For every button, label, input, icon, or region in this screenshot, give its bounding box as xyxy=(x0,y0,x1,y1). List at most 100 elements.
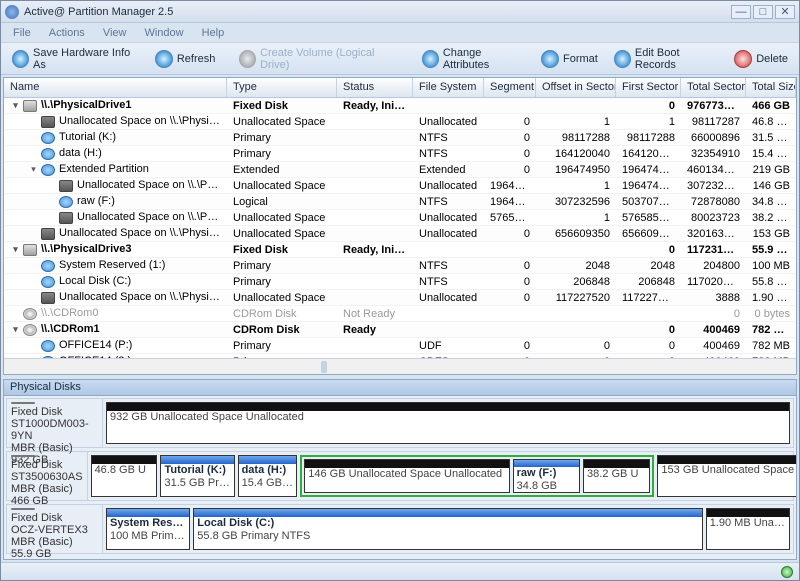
cell-off: 1 xyxy=(536,211,616,225)
maximize-button[interactable]: □ xyxy=(753,5,773,19)
boot-label: Edit Boot Records xyxy=(635,47,718,71)
col-name[interactable]: Name xyxy=(4,78,227,97)
table-row[interactable]: ▾Extended PartitionExtendedExtended01964… xyxy=(4,162,796,178)
toolbar: Save Hardware Info AsRefreshCreate Volum… xyxy=(1,43,799,75)
bar-title: System Reserve xyxy=(107,517,189,530)
unallocated-bar[interactable]: 46.8 GB U xyxy=(91,455,158,497)
bar-subtitle: 932 GB Unallocated Space Unallocated xyxy=(107,411,789,424)
physical-disk-row[interactable]: Fixed DiskST3500630ASMBR (Basic)466 GB46… xyxy=(6,451,794,501)
physical-disk-row[interactable]: Fixed DiskST1000DM003-9YNMBR (Basic)932 … xyxy=(6,398,794,448)
save-button[interactable]: Save Hardware Info As xyxy=(5,43,146,75)
minimize-button[interactable]: — xyxy=(731,5,751,19)
cell-status xyxy=(337,169,413,171)
cell-tsz: 0 bytes xyxy=(746,307,796,321)
col-off[interactable]: Offset in Sectors xyxy=(536,78,616,97)
cell-off: 196474950 xyxy=(536,163,616,177)
partition-bar[interactable]: data (H:)15.4 GB Primar xyxy=(238,455,298,497)
unallocated-bar[interactable]: 932 GB Unallocated Space Unallocated xyxy=(106,402,790,444)
col-seg[interactable]: Segment xyxy=(484,78,536,97)
menu-help[interactable]: Help xyxy=(194,25,233,41)
partition-bar[interactable]: Tutorial (K:)31.5 GB Primar xyxy=(160,455,234,497)
attrs-button[interactable]: Change Attributes xyxy=(415,43,532,75)
menu-file[interactable]: File xyxy=(5,25,39,41)
col-fs[interactable]: File System xyxy=(413,78,484,97)
table-row[interactable]: ▾\\.\PhysicalDrive3Fixed DiskReady, Init… xyxy=(4,242,796,258)
cell-tsz: 466 GB xyxy=(746,99,796,113)
col-tsize[interactable]: Total Size xyxy=(746,78,796,97)
cell-off xyxy=(536,329,616,331)
cell-type: Fixed Disk xyxy=(227,99,337,113)
refresh-button[interactable]: Refresh xyxy=(148,46,223,72)
cell-status: Ready, Initialized xyxy=(337,99,413,113)
expander-icon[interactable]: ▾ xyxy=(10,244,21,255)
col-type[interactable]: Type xyxy=(227,78,337,97)
extended-partition-group[interactable]: 146 GB Unallocated Space Unallocatedraw … xyxy=(300,455,654,497)
cell-first: 0 xyxy=(616,99,681,113)
table-row[interactable]: Unallocated Space on \\.\PhysicalDrive1U… xyxy=(4,114,796,130)
delete-button[interactable]: Delete xyxy=(727,46,795,72)
part-icon xyxy=(41,276,55,288)
table-row[interactable]: Unallocated Space on \\.\PhysicalDrive1U… xyxy=(4,210,796,226)
table-row[interactable]: System Reserved (1:)PrimaryNTFS020482048… xyxy=(4,258,796,274)
partition-bar[interactable]: Local Disk (C:)55.8 GB Primary NTFS xyxy=(193,508,702,550)
menu-view[interactable]: View xyxy=(95,25,135,41)
table-row[interactable]: ▾\\.\CDRom1CDRom DiskReady0400469782 MB xyxy=(4,322,796,338)
table-row[interactable]: Tutorial (K:)PrimaryNTFS0981172889811728… xyxy=(4,130,796,146)
titlebar: Active@ Partition Manager 2.5 — □ ✕ xyxy=(1,1,799,23)
table-row[interactable]: Unallocated Space on \\.\PhysicalDrive1U… xyxy=(4,178,796,194)
unallocated-bar[interactable]: 146 GB Unallocated Space Unallocated xyxy=(304,459,509,493)
cell-status xyxy=(337,153,413,155)
partition-bar[interactable]: System Reserve100 MB Primary xyxy=(106,508,190,550)
unallocated-bar[interactable]: 153 GB Unallocated Space Unalloca xyxy=(657,455,796,497)
delete-label: Delete xyxy=(756,53,788,65)
col-tsec[interactable]: Total Sectors xyxy=(681,78,746,97)
cell-tsec: 117020672 xyxy=(681,275,746,289)
row-name: Local Disk (C:) xyxy=(59,275,131,287)
grid-header[interactable]: Name Type Status File System Segment Off… xyxy=(4,78,796,98)
menu-actions[interactable]: Actions xyxy=(41,25,93,41)
refresh-label: Refresh xyxy=(177,53,216,65)
format-button[interactable]: Format xyxy=(534,46,605,72)
expander-icon[interactable]: ▾ xyxy=(10,324,21,335)
table-row[interactable]: ▾\\.\PhysicalDrive1Fixed DiskReady, Init… xyxy=(4,98,796,114)
cell-tsz: 219 GB xyxy=(746,163,796,177)
table-row[interactable]: Unallocated Space on \\.\PhysicalDrive1U… xyxy=(4,226,796,242)
physical-disks-body[interactable]: Fixed DiskST1000DM003-9YNMBR (Basic)932 … xyxy=(4,396,796,559)
bar-subtitle: 31.5 GB Primar xyxy=(161,477,233,490)
unallocated-bar[interactable]: 38.2 GB U xyxy=(583,459,650,493)
col-status[interactable]: Status xyxy=(337,78,413,97)
table-row[interactable]: \\.\CDRom0CDRom DiskNot Ready00 bytes xyxy=(4,306,796,322)
bar-subtitle: 38.2 GB U xyxy=(584,468,649,481)
partition-bar[interactable]: raw (F:)34.8 GB xyxy=(513,459,580,493)
cell-seg: 196474950 xyxy=(484,179,536,193)
cell-tsz: 34.8 GB xyxy=(746,195,796,209)
cell-tsec: 72878080 xyxy=(681,195,746,209)
part-icon xyxy=(41,132,55,144)
h-scrollbar[interactable] xyxy=(4,358,796,374)
cell-off: 0 xyxy=(536,339,616,353)
disk-scheme: MBR (Basic) xyxy=(11,536,98,548)
table-row[interactable]: data (H:)PrimaryNTFS01641200401641200403… xyxy=(4,146,796,162)
table-row[interactable]: Unallocated Space on \\.\PhysicalDrive3U… xyxy=(4,290,796,306)
delete-icon xyxy=(734,50,752,68)
cell-off: 1 xyxy=(536,115,616,129)
physical-disk-row[interactable]: Fixed DiskOCZ-VERTEX3MBR (Basic)55.9 GBS… xyxy=(6,504,794,554)
cell-tsz: 38.2 GB xyxy=(746,211,796,225)
menu-window[interactable]: Window xyxy=(136,25,191,41)
table-row[interactable]: raw (F:)LogicalNTFS196474950307232596503… xyxy=(4,194,796,210)
cell-seg: 0 xyxy=(484,163,536,177)
close-button[interactable]: ✕ xyxy=(775,5,795,19)
bar-subtitle: 46.8 GB U xyxy=(92,464,157,477)
boot-button[interactable]: Edit Boot Records xyxy=(607,43,725,75)
grid-body[interactable]: ▾\\.\PhysicalDrive1Fixed DiskReady, Init… xyxy=(4,98,796,358)
disk-label: Fixed Disk xyxy=(11,512,98,524)
unallocated-bar[interactable]: 1.90 MB Unalloc xyxy=(706,508,790,550)
row-name: raw (F:) xyxy=(77,195,115,207)
cell-fs xyxy=(413,249,484,251)
expander-icon[interactable]: ▾ xyxy=(28,164,39,175)
cell-tsz: 100 MB xyxy=(746,259,796,273)
col-first[interactable]: First Sector xyxy=(616,78,681,97)
table-row[interactable]: Local Disk (C:)PrimaryNTFS02068482068481… xyxy=(4,274,796,290)
expander-icon[interactable]: ▾ xyxy=(10,100,21,111)
table-row[interactable]: OFFICE14 (P:)PrimaryUDF000400469782 MB xyxy=(4,338,796,354)
